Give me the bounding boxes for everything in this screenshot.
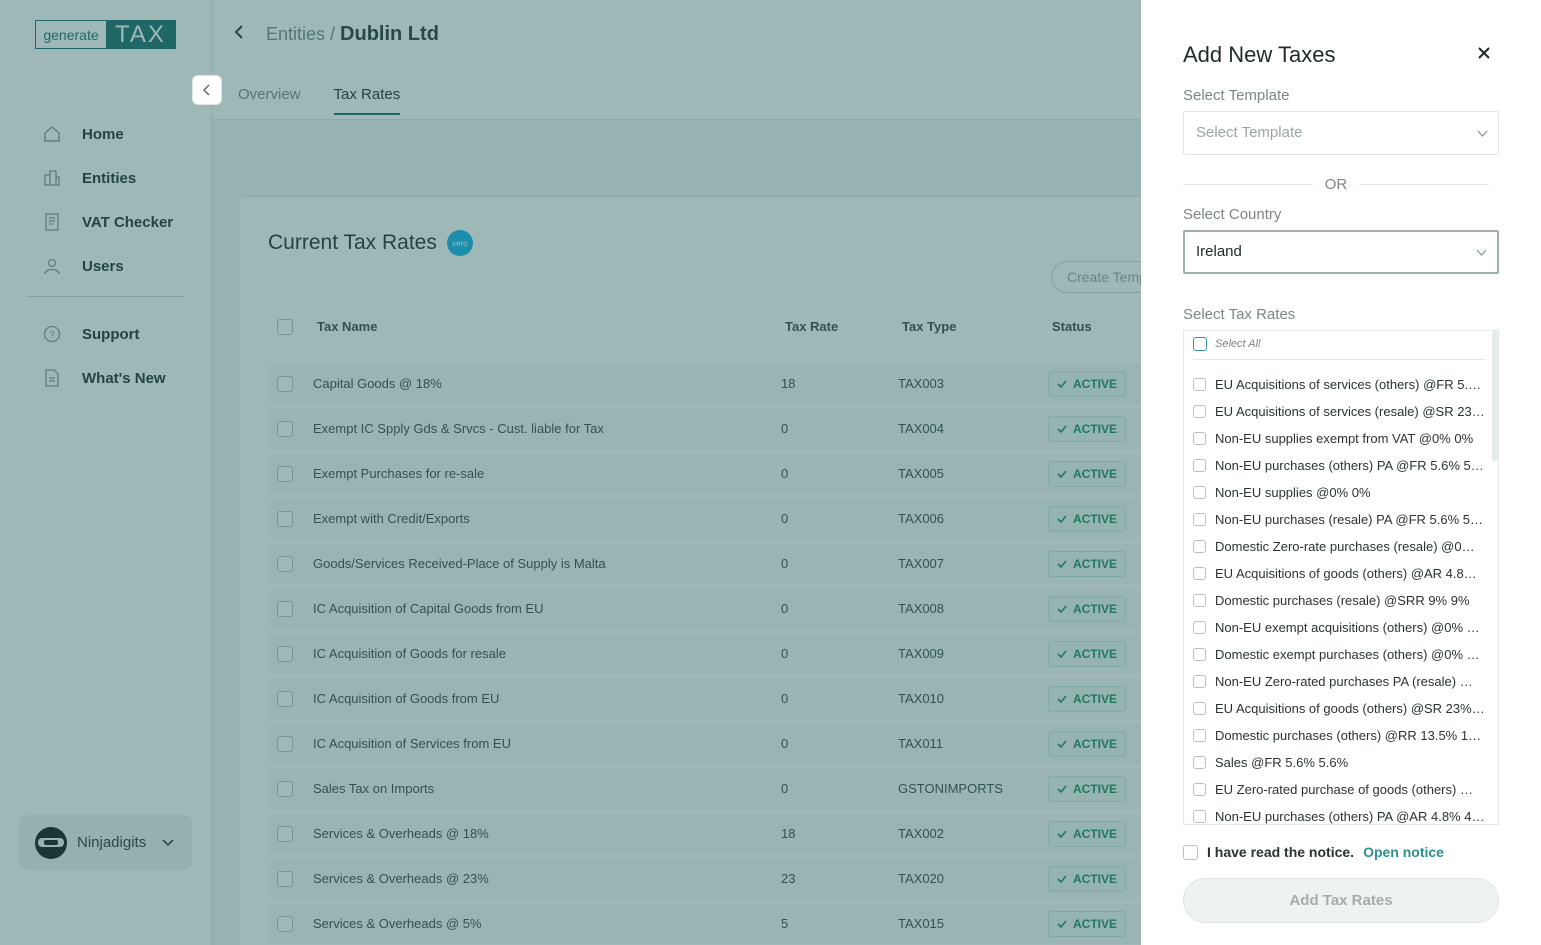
open-notice-link[interactable]: Open notice: [1363, 844, 1444, 860]
tax-rate-label: Non-EU exempt acquisitions (others) @0% …: [1215, 620, 1485, 635]
tax-rate-checkbox[interactable]: [1193, 594, 1206, 607]
or-divider: OR: [1183, 175, 1489, 193]
tax-rate-checkbox[interactable]: [1193, 783, 1206, 796]
tax-rate-label: Non-EU purchases (others) PA @FR 5.6% 5.…: [1215, 458, 1485, 473]
tax-rate-label: EU Acquisitions of goods (others) @AR 4.…: [1215, 566, 1485, 581]
tax-rate-label: EU Zero-rated purchase of goods (others)…: [1215, 782, 1485, 797]
scrollbar[interactable]: [1492, 331, 1498, 461]
tax-rate-checkbox[interactable]: [1193, 810, 1206, 823]
tax-rates-label: Select Tax Rates: [1183, 306, 1296, 323]
chevron-down-icon: [1476, 232, 1487, 272]
tax-rate-label: Domestic exempt purchases (others) @0% 0…: [1215, 647, 1485, 662]
tax-rate-label: EU Acquisitions of services (resale) @SR…: [1215, 404, 1485, 419]
tax-rate-checkbox[interactable]: [1193, 567, 1206, 580]
tax-rate-label: Domestic Zero-rate purchases (resale) @0…: [1215, 539, 1485, 554]
tax-rate-option[interactable]: Non-EU supplies @0% 0%: [1193, 479, 1485, 506]
tax-rate-option[interactable]: Non-EU supplies exempt from VAT @0% 0%: [1193, 425, 1485, 452]
tax-rate-option[interactable]: Non-EU purchases (resale) PA @FR 5.6% 5.…: [1193, 506, 1485, 533]
tax-rate-label: Sales @FR 5.6% 5.6%: [1215, 755, 1349, 770]
tax-rate-option[interactable]: Non-EU exempt acquisitions (others) @0% …: [1193, 614, 1485, 641]
divider-line: [1193, 359, 1485, 360]
tax-rate-option[interactable]: EU Acquisitions of goods (others) @SR 23…: [1193, 695, 1485, 722]
tax-rate-checkbox[interactable]: [1193, 513, 1206, 526]
sidebar-collapse-button[interactable]: [192, 75, 222, 105]
tax-rate-checkbox[interactable]: [1193, 675, 1206, 688]
chevron-left-icon: [203, 84, 210, 96]
tax-rate-checkbox[interactable]: [1193, 729, 1206, 742]
tax-rate-checkbox[interactable]: [1193, 459, 1206, 472]
country-select-value: Ireland: [1196, 243, 1242, 260]
tax-rate-checkbox[interactable]: [1193, 621, 1206, 634]
tax-rate-label: Domestic purchases (others) @RR 13.5% 13…: [1215, 728, 1485, 743]
tax-rate-label: Non-EU purchases (others) PA @AR 4.8% 4.…: [1215, 809, 1485, 824]
country-select[interactable]: Ireland: [1183, 230, 1499, 274]
modal-backdrop[interactable]: [0, 0, 1141, 945]
select-all-label: Select All: [1215, 338, 1261, 350]
tax-rate-checkbox[interactable]: [1193, 648, 1206, 661]
tax-rate-label: Non-EU supplies @0% 0%: [1215, 485, 1371, 500]
tax-rate-option[interactable]: Domestic Zero-rate purchases (resale) @0…: [1193, 533, 1485, 560]
tax-rate-checkbox[interactable]: [1193, 378, 1206, 391]
tax-rate-option[interactable]: Domestic exempt purchases (others) @0% 0…: [1193, 641, 1485, 668]
divider-line: [1183, 183, 1313, 185]
select-all-option[interactable]: Select All: [1193, 337, 1260, 351]
tax-rate-option[interactable]: Non-EU purchases (others) PA @FR 5.6% 5.…: [1193, 452, 1485, 479]
tax-rate-option[interactable]: Non-EU Zero-rated purchases PA (resale) …: [1193, 668, 1485, 695]
tax-rate-label: Non-EU supplies exempt from VAT @0% 0%: [1215, 431, 1474, 446]
tax-rate-checkbox[interactable]: [1193, 540, 1206, 553]
chevron-down-icon: [1477, 112, 1488, 154]
add-tax-rates-button[interactable]: Add Tax Rates: [1183, 878, 1499, 923]
tax-rate-checkbox[interactable]: [1193, 702, 1206, 715]
template-select-placeholder: Select Template: [1196, 124, 1303, 141]
notice-label: I have read the notice.: [1207, 844, 1355, 860]
tax-rate-option[interactable]: Non-EU purchases (others) PA @AR 4.8% 4.…: [1193, 803, 1485, 824]
tax-rate-label: EU Acquisitions of goods (others) @SR 23…: [1215, 701, 1485, 716]
tax-rate-option[interactable]: Domestic purchases (resale) @SRR 9% 9%: [1193, 587, 1485, 614]
drawer-title: Add New Taxes: [1183, 42, 1336, 67]
tax-rates-list[interactable]: Select All EU Acquisitions of services (…: [1183, 330, 1499, 825]
divider-line: [1359, 183, 1489, 185]
tax-rate-option[interactable]: EU Zero-rated purchase of goods (others)…: [1193, 776, 1485, 803]
or-text: OR: [1324, 175, 1348, 193]
tax-rate-option[interactable]: Sales @FR 5.6% 5.6%: [1193, 749, 1485, 776]
tax-rate-label: EU Acquisitions of services (others) @FR…: [1215, 377, 1485, 392]
tax-rate-option[interactable]: EU Acquisitions of services (others) @FR…: [1193, 371, 1485, 398]
country-label: Select Country: [1183, 206, 1282, 223]
template-select[interactable]: Select Template: [1183, 111, 1499, 155]
close-button[interactable]: [1478, 42, 1490, 65]
tax-rate-checkbox[interactable]: [1193, 756, 1206, 769]
tax-rate-checkbox[interactable]: [1193, 432, 1206, 445]
tax-rate-label: Non-EU purchases (resale) PA @FR 5.6% 5.…: [1215, 512, 1485, 527]
tax-rate-options: EU Acquisitions of services (others) @FR…: [1193, 371, 1485, 824]
add-taxes-drawer: Add New Taxes Select Template Select Tem…: [1141, 0, 1541, 945]
select-all-checkbox[interactable]: [1193, 337, 1207, 351]
tax-rate-option[interactable]: EU Acquisitions of goods (others) @AR 4.…: [1193, 560, 1485, 587]
notice-checkbox[interactable]: [1183, 844, 1198, 860]
close-icon: [1478, 47, 1490, 59]
template-label: Select Template: [1183, 87, 1290, 104]
notice-row: I have read the notice. Open notice: [1183, 844, 1444, 860]
tax-rate-checkbox[interactable]: [1193, 405, 1206, 418]
tax-rate-option[interactable]: Domestic purchases (others) @RR 13.5% 13…: [1193, 722, 1485, 749]
tax-rate-label: Non-EU Zero-rated purchases PA (resale) …: [1215, 674, 1485, 689]
tax-rate-label: Domestic purchases (resale) @SRR 9% 9%: [1215, 593, 1470, 608]
tax-rate-option[interactable]: EU Acquisitions of services (resale) @SR…: [1193, 398, 1485, 425]
tax-rate-checkbox[interactable]: [1193, 486, 1206, 499]
